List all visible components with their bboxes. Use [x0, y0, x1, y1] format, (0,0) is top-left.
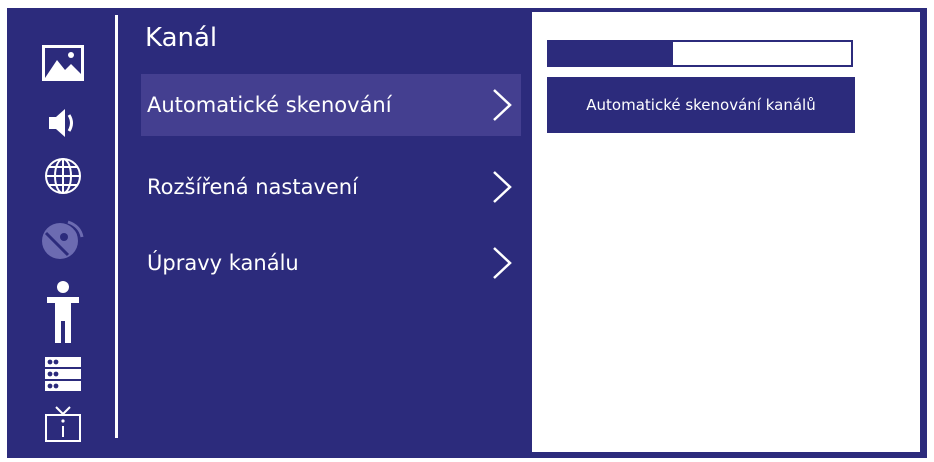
sidebar-divider [115, 15, 118, 438]
scan-progress-bar [547, 40, 853, 67]
menu-item-advanced-settings[interactable]: Rozšířená nastavení [141, 156, 521, 218]
chevron-right-icon [493, 247, 512, 279]
menu-item-auto-scan[interactable]: Automatické skenování [141, 74, 521, 136]
menu-item-label: Automatické skenování [147, 93, 392, 117]
menu-item-label: Úpravy kanálu [147, 251, 299, 275]
satellite-dish-icon[interactable] [32, 210, 94, 266]
chevron-right-icon [493, 171, 512, 203]
sound-icon[interactable] [32, 100, 94, 146]
picture-icon[interactable] [32, 40, 94, 86]
chevron-right-icon [493, 89, 512, 121]
page-title: Kanál [145, 23, 218, 53]
auto-channel-scan-button[interactable]: Automatické skenování kanálů [547, 77, 855, 133]
menu-item-channel-edit[interactable]: Úpravy kanálu [141, 232, 521, 294]
scan-progress-fill [549, 42, 673, 65]
parental-lock-icon[interactable] [32, 278, 94, 346]
tv-info-icon[interactable] [32, 404, 94, 444]
menu-item-label: Rozšířená nastavení [147, 175, 358, 199]
globe-icon[interactable] [32, 152, 94, 200]
channel-list-icon[interactable] [32, 354, 94, 394]
